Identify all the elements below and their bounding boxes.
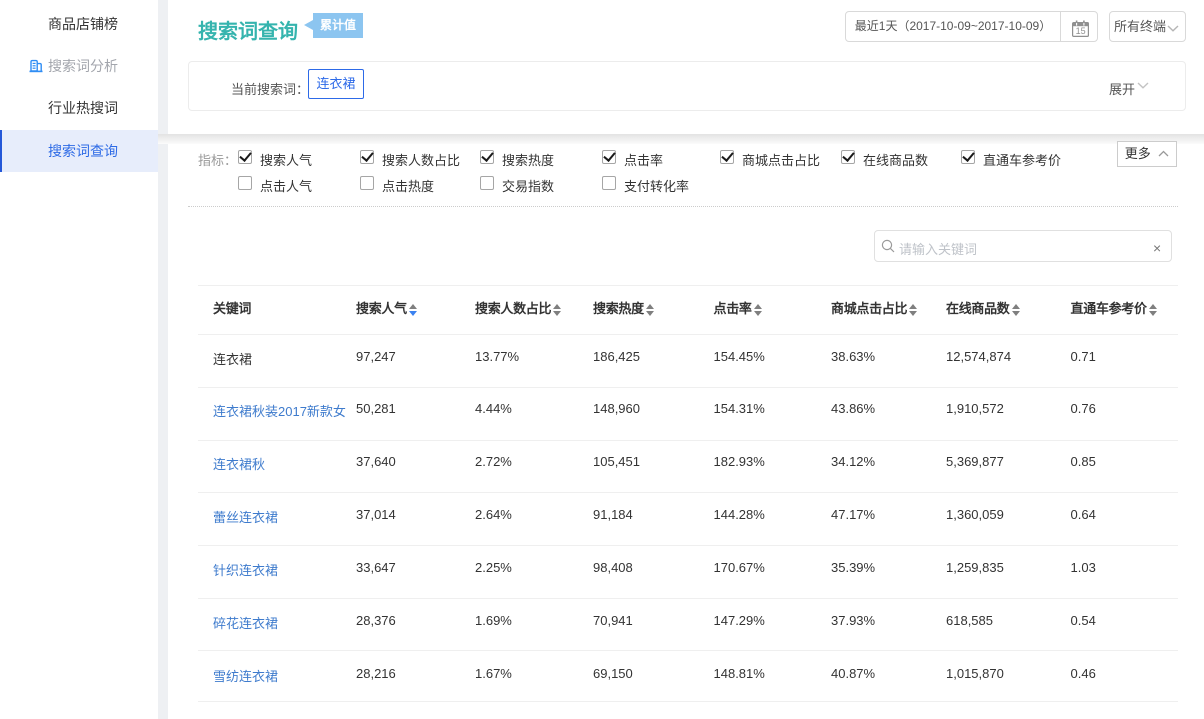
svg-text:15: 15 xyxy=(1076,26,1086,36)
